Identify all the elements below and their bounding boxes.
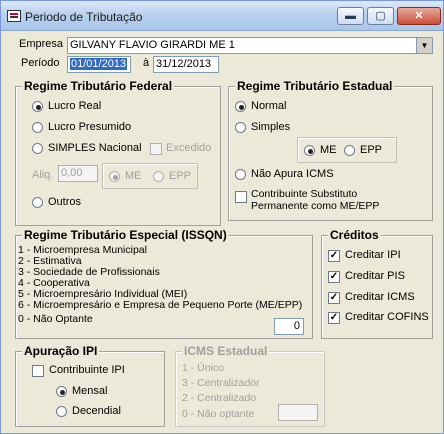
radio-decendial[interactable] <box>56 406 67 417</box>
app-icon <box>7 10 21 22</box>
radio-estadual-epp[interactable] <box>344 145 355 156</box>
window-title: Periodo de Tributação <box>25 10 143 24</box>
radio-federal-me[interactable] <box>109 171 120 182</box>
creditar-icms-label: Creditar ICMS <box>345 291 415 303</box>
contribuinte-ipi-checkbox[interactable] <box>32 365 44 377</box>
radio-simples-label: Simples <box>251 121 291 133</box>
radio-federal-epp-label: EPP <box>169 170 192 182</box>
minimize-button[interactable]: ▬ <box>337 7 364 25</box>
maximize-icon: ▢ <box>375 10 386 22</box>
aliq-input[interactable]: 0,00 <box>58 165 98 182</box>
creditar-cofins-checkbox[interactable]: ✓ <box>328 312 340 324</box>
close-icon: ✕ <box>414 10 424 22</box>
radio-estadual-epp-label: EPP <box>360 144 383 156</box>
radio-decendial-label: Decendial <box>72 405 121 417</box>
icms-estadual-item: 0 - Não optante <box>182 408 255 420</box>
contribuinte-substituto-label-1: Contribuinte Substituto <box>251 188 358 200</box>
excedido-checkbox[interactable] <box>150 143 162 155</box>
creditar-icms-checkbox[interactable]: ✓ <box>328 292 340 304</box>
periodo-label: Período <box>21 57 60 69</box>
icms-estadual-item: 2 - Centralizado <box>182 392 257 404</box>
radio-simples-nacional[interactable] <box>32 143 43 154</box>
periodo-separator: à <box>143 57 150 69</box>
radio-normal[interactable] <box>235 101 246 112</box>
federal-group: Regime Tributário Federal Lucro Real Luc… <box>15 79 221 226</box>
radio-nao-apura-icms-label: Não Apura ICMS <box>251 168 334 180</box>
especial-item: 0 - Não Optante <box>18 313 93 325</box>
excedido-label: Excedido <box>166 142 212 154</box>
creditar-cofins-label: Creditar COFINS <box>345 311 429 323</box>
contribuinte-substituto-checkbox[interactable] <box>235 191 247 203</box>
window: Periodo de Tributação ▬ ▢ ✕ Empresa GILV… <box>0 0 444 434</box>
icms-estadual-title: ICMS Estadual <box>182 344 270 358</box>
creditos-title: Créditos <box>328 228 381 242</box>
radio-estadual-me[interactable] <box>304 145 315 156</box>
creditar-pis-label: Creditar PIS <box>345 270 405 282</box>
icms-estadual-input[interactable] <box>278 404 318 421</box>
radio-simples-nacional-label: SIMPLES Nacional <box>48 142 142 154</box>
apuracao-ipi-group: Apuração IPI Contribuinte IPI Mensal Dec… <box>15 344 165 427</box>
periodo-end-input[interactable]: 31/12/2013 <box>153 56 219 73</box>
contribuinte-substituto-label-2: Permanente como ME/EPP <box>251 200 380 212</box>
especial-value-input[interactable]: 0 <box>274 318 304 335</box>
radio-mensal-label: Mensal <box>72 385 108 397</box>
maximize-button[interactable]: ▢ <box>367 7 394 25</box>
creditar-ipi-label: Creditar IPI <box>345 249 401 261</box>
empresa-label: Empresa <box>19 38 64 50</box>
radio-nao-apura-icms[interactable] <box>235 169 246 180</box>
federal-title: Regime Tributário Federal <box>22 79 175 93</box>
radio-lucro-presumido[interactable] <box>32 122 43 133</box>
aliq-label: Aliq. <box>32 169 54 181</box>
radio-simples[interactable] <box>235 122 246 133</box>
especial-group: Regime Tributário Especial (ISSQN) 1 - M… <box>15 228 313 339</box>
federal-sub-group: ME EPP <box>102 163 198 189</box>
contribuinte-ipi-label: Contribuinte IPI <box>49 364 125 376</box>
radio-lucro-real-label: Lucro Real <box>48 100 102 112</box>
icms-estadual-item: 1 - Único <box>182 362 225 374</box>
empresa-select[interactable]: GILVANY FLAVIO GIRARDI ME 1 ▼ <box>67 37 433 54</box>
radio-outros-label: Outros <box>48 196 82 208</box>
minimize-icon: ▬ <box>345 10 356 22</box>
radio-estadual-me-label: ME <box>320 144 337 156</box>
estadual-title: Regime Tributário Estadual <box>235 79 395 93</box>
estadual-group: Regime Tributário Estadual Normal Simple… <box>228 79 433 221</box>
periodo-start-input[interactable]: 01/01/2013 <box>67 56 131 73</box>
creditos-group: Créditos ✓ Creditar IPI ✓ Creditar PIS ✓… <box>321 228 433 339</box>
icms-estadual-item: 3 - Centralizador <box>182 377 260 389</box>
especial-title: Regime Tributário Especial (ISSQN) <box>22 228 229 242</box>
empresa-value: GILVANY FLAVIO GIRARDI ME 1 <box>70 39 235 51</box>
radio-outros[interactable] <box>32 197 43 208</box>
apuracao-ipi-title: Apuração IPI <box>22 344 100 358</box>
radio-federal-me-label: ME <box>125 170 142 182</box>
radio-mensal[interactable] <box>56 386 67 397</box>
radio-federal-epp[interactable] <box>153 171 164 182</box>
radio-lucro-presumido-label: Lucro Presumido <box>48 121 132 133</box>
radio-lucro-real[interactable] <box>32 101 43 112</box>
close-button[interactable]: ✕ <box>397 7 441 25</box>
radio-normal-label: Normal <box>251 100 287 112</box>
chevron-down-icon[interactable]: ▼ <box>416 38 432 53</box>
creditar-pis-checkbox[interactable]: ✓ <box>328 271 340 283</box>
creditar-ipi-checkbox[interactable]: ✓ <box>328 250 340 262</box>
estadual-sub-group: ME EPP <box>297 137 397 163</box>
especial-item: 6 - Microempresário e Empresa de Pequeno… <box>18 299 303 311</box>
title-bar[interactable]: Periodo de Tributação ▬ ▢ ✕ <box>1 1 443 31</box>
icms-estadual-group: ICMS Estadual 1 - Único 3 - Centralizado… <box>175 344 325 427</box>
